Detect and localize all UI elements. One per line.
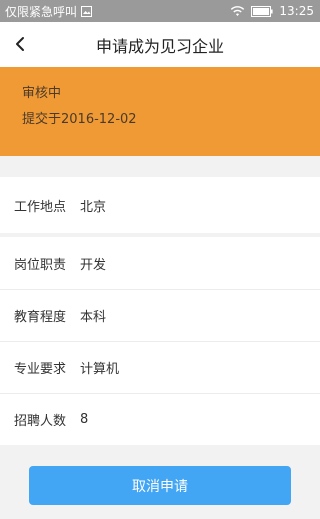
detail-label: 招聘人数 bbox=[14, 414, 67, 429]
carrier-text: 仅限紧急呼叫 bbox=[5, 4, 78, 19]
submitted-date-text: 提交于2016-12-02 bbox=[22, 112, 137, 127]
bottom-action-bar: 取消申请 bbox=[0, 445, 320, 519]
detail-label: 工作地点 bbox=[14, 199, 67, 215]
detail-row-headcount: 招聘人数 8 bbox=[0, 394, 320, 445]
detail-value: 8 bbox=[80, 412, 89, 427]
page-title: 申请成为见习企业 bbox=[95, 36, 224, 56]
status-left-group: 仅限紧急呼叫 bbox=[5, 3, 93, 20]
application-status-card: 审核中 提交于2016-12-02 bbox=[0, 67, 320, 156]
image-notification-icon bbox=[81, 5, 93, 17]
battery-icon bbox=[251, 5, 274, 17]
chevron-left-icon bbox=[16, 37, 24, 51]
detail-value: 计算机 bbox=[80, 362, 120, 377]
detail-row-education: 教育程度 本科 bbox=[0, 290, 320, 341]
detail-label: 专业要求 bbox=[14, 362, 67, 377]
detail-row-location: 工作地点 北京 bbox=[0, 177, 320, 233]
detail-row-major: 专业要求 计算机 bbox=[0, 342, 320, 393]
clock-time: 13:25 bbox=[279, 4, 314, 18]
detail-value: 本科 bbox=[80, 310, 107, 325]
detail-value: 开发 bbox=[80, 257, 107, 273]
review-status-text: 审核中 bbox=[22, 86, 62, 101]
detail-value: 北京 bbox=[80, 199, 107, 215]
wifi-icon bbox=[230, 5, 245, 17]
detail-label: 岗位职责 bbox=[14, 257, 67, 273]
detail-label: 教育程度 bbox=[14, 310, 67, 325]
back-button[interactable] bbox=[6, 28, 34, 60]
status-right-group: 13:25 bbox=[230, 4, 314, 18]
detail-row-duties: 岗位职责 开发 bbox=[0, 237, 320, 289]
navigation-bar: 申请成为见习企业 bbox=[0, 22, 320, 67]
system-status-bar: 仅限紧急呼叫 13:25 bbox=[0, 0, 320, 22]
cancel-application-button[interactable]: 取消申请 bbox=[29, 466, 291, 505]
